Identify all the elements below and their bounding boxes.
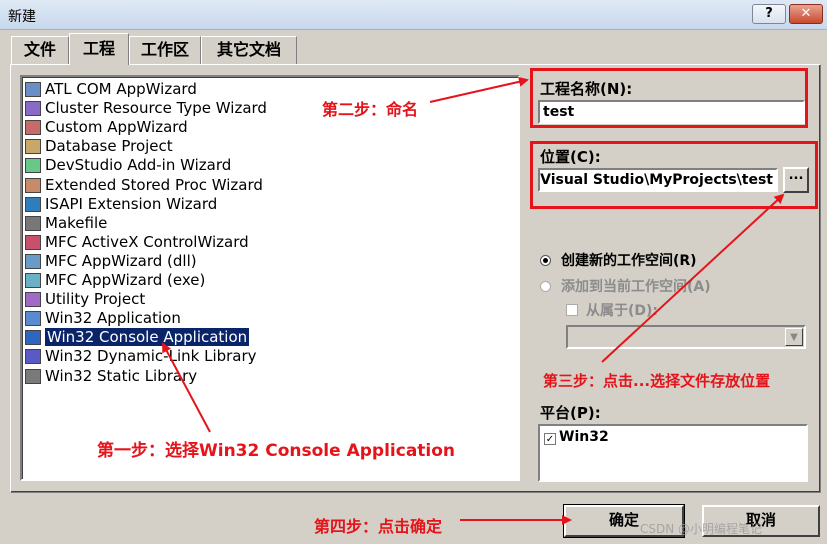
dependency-checkbox[interactable]: 从属于(D): [566,300,658,320]
static-lib-icon [25,368,41,384]
stored-proc-icon [25,177,41,193]
project-type-item[interactable]: Database Project [23,137,263,156]
project-type-list[interactable]: ATL COM AppWizard Cluster Resource Type W… [20,75,520,481]
project-type-label: MFC AppWizard (exe) [45,271,206,289]
utility-icon [25,292,41,308]
add-to-current-workspace-label: 添加到当前工作空间(A) [561,279,711,295]
help-button[interactable]: ? [752,4,786,24]
project-type-label: Extended Stored Proc Wizard [45,175,263,194]
project-type-label: Win32 Console Application [45,328,250,347]
platform-item-label: Win32 [559,429,609,445]
window-title: 新建 [8,9,36,25]
project-type-label: Database Project [45,137,173,156]
project-type-item[interactable]: MFC AppWizard (dll) [23,252,263,271]
new-dialog: 新建 ? ✕ 文件 工程 工作区 其它文档 ATL COM AppWizard C… [0,0,827,544]
mfc-exe-icon [25,273,41,288]
globe-icon [25,196,41,212]
project-type-item[interactable]: MFC AppWizard (exe) [23,271,263,290]
platform-item-win32[interactable]: ✓ Win32 [544,429,609,445]
addin-icon [25,158,41,174]
project-type-label: Custom AppWizard [45,118,188,137]
close-icon: ✕ [800,6,812,21]
annotation-step2: 第二步：命名 [322,100,419,119]
project-type-item[interactable]: Win32 Dynamic-Link Library [23,347,263,366]
dependency-select[interactable]: ▼ [566,325,806,349]
radio-unchecked-icon [540,281,551,292]
annotation-box-project-name [530,68,808,128]
tab-file[interactable]: 文件 [11,36,69,64]
checkbox-checked-icon: ✓ [544,433,556,445]
makefile-icon [25,215,41,231]
project-type-label: Win32 Application [45,309,181,328]
project-type-item[interactable]: ISAPI Extension Wizard [23,195,263,214]
radio-checked-icon [540,255,551,266]
project-type-label: Cluster Resource Type Wizard [45,99,267,118]
project-type-label: MFC ActiveX ControlWizard [45,232,249,251]
project-type-label: ISAPI Extension Wizard [45,194,218,213]
project-type-label: MFC AppWizard (dll) [45,251,197,270]
project-type-item[interactable]: DevStudio Add-in Wizard [23,156,263,175]
dll-icon [25,349,41,365]
activex-icon [25,234,41,250]
dependency-label: 从属于(D): [586,303,659,319]
tab-other-documents[interactable]: 其它文档 [201,36,297,64]
project-type-label: Utility Project [45,290,146,309]
title-bar: 新建 ? ✕ [0,0,827,30]
project-type-item[interactable]: Custom AppWizard [23,118,263,137]
annotation-step3: 第三步：点击...选择文件存放位置 [543,372,771,390]
console-icon [25,330,41,346]
project-type-item[interactable]: Utility Project [23,290,263,309]
radio-add-to-current-workspace[interactable]: 添加到当前工作空间(A) [540,276,711,296]
cluster-icon [25,101,41,117]
chevron-down-icon[interactable]: ▼ [785,328,803,346]
annotation-step4: 第四步：点击确定 [314,517,443,536]
project-type-item[interactable]: Extended Stored Proc Wizard [23,176,263,195]
custom-wizard-icon [25,120,41,136]
project-type-item[interactable]: Cluster Resource Type Wizard [23,99,267,118]
annotation-step1: 第一步：选择Win32 Console Application [97,441,456,461]
checkbox-unchecked-icon [566,304,578,316]
tab-workspace[interactable]: 工作区 [129,36,201,64]
tab-project[interactable]: 工程 [69,33,129,65]
atl-com-icon [25,82,41,97]
project-type-label: Makefile [45,213,108,232]
platform-list[interactable]: ✓ Win32 [538,424,808,482]
watermark: CSDN @小明编程笔记 [640,522,763,536]
project-type-item[interactable]: Makefile [23,214,263,233]
project-type-item[interactable]: Win32 Static Library [23,367,263,386]
project-type-item[interactable]: Win32 Console Application [23,328,263,347]
database-icon [25,139,41,155]
mfc-dll-icon [25,253,41,269]
close-button[interactable]: ✕ [789,4,823,24]
project-type-item[interactable]: MFC ActiveX ControlWizard [23,233,263,252]
platform-label: 平台(P): [540,404,601,422]
radio-create-new-workspace[interactable]: 创建新的工作空间(R) [540,250,697,270]
project-type-item[interactable]: ATL COM AppWizard [23,80,263,99]
project-type-label: ATL COM AppWizard [45,80,197,98]
create-new-workspace-label: 创建新的工作空间(R) [561,253,697,269]
project-type-label: Win32 Static Library [45,366,198,385]
project-type-label: DevStudio Add-in Wizard [45,156,232,175]
project-type-item[interactable]: Win32 Application [23,309,263,328]
win32-app-icon [25,311,41,327]
project-type-label: Win32 Dynamic-Link Library [45,347,257,366]
annotation-box-location [530,141,818,209]
